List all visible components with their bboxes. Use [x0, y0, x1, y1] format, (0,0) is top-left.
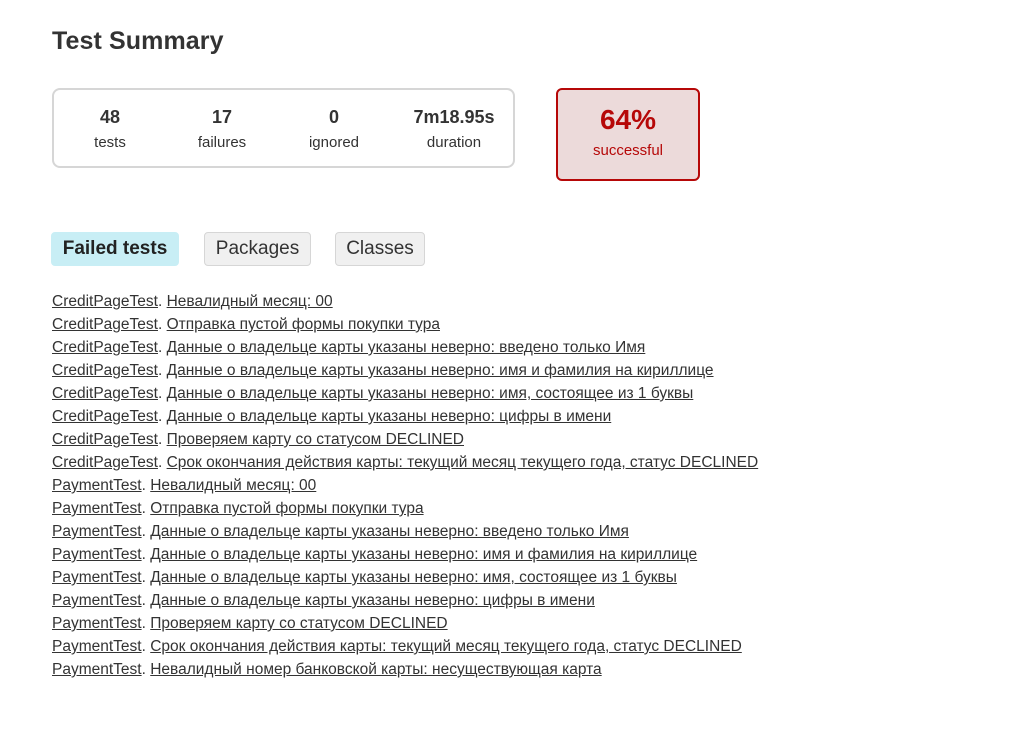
tab-classes[interactable]: Classes — [335, 232, 425, 266]
failed-test-item: CreditPageTest. Невалидный месяц: 00 — [52, 290, 758, 313]
failed-test-item: CreditPageTest. Данные о владельце карты… — [52, 359, 758, 382]
test-class-link[interactable]: CreditPageTest — [52, 408, 158, 425]
test-class-link[interactable]: PaymentTest — [52, 638, 142, 655]
separator-dot: . — [141, 592, 151, 609]
test-name-link[interactable]: Проверяем карту со статусом DECLINED — [150, 615, 447, 632]
separator-dot: . — [157, 385, 167, 402]
separator-dot: . — [141, 569, 151, 586]
failed-test-item: PaymentTest. Данные о владельце карты ук… — [52, 589, 758, 612]
separator-dot: . — [141, 615, 151, 632]
test-name-link[interactable]: Данные о владельце карты указаны неверно… — [167, 362, 714, 379]
test-class-link[interactable]: PaymentTest — [52, 477, 142, 494]
failed-test-item: CreditPageTest. Данные о владельце карты… — [52, 336, 758, 359]
failed-test-item: PaymentTest. Отправка пустой формы покуп… — [52, 497, 758, 520]
duration-counter: 7m18.95s duration — [394, 106, 514, 152]
test-class-link[interactable]: CreditPageTest — [52, 316, 158, 333]
failures-label: failures — [197, 134, 247, 151]
failures-counter: 17 failures — [162, 106, 282, 152]
ignored-count: 0 — [328, 107, 339, 127]
failed-test-item: PaymentTest. Данные о владельце карты ук… — [52, 566, 758, 589]
separator-dot: . — [141, 500, 151, 517]
separator-dot: . — [157, 339, 167, 356]
test-class-link[interactable]: CreditPageTest — [52, 339, 158, 356]
failed-test-item: CreditPageTest. Отправка пустой формы по… — [52, 313, 758, 336]
separator-dot: . — [141, 546, 151, 563]
tests-counter: 48 tests — [50, 106, 170, 152]
duration-label: duration — [426, 134, 482, 151]
failed-test-item: PaymentTest. Невалидный номер банковской… — [52, 658, 758, 681]
test-name-link[interactable]: Срок окончания действия карты: текущий м… — [167, 454, 759, 471]
failed-tests-list: CreditPageTest. Невалидный месяц: 00 Cred… — [52, 290, 758, 681]
success-rate-box: 64% successful — [556, 88, 700, 181]
tab-failed-tests[interactable]: Failed tests — [51, 232, 179, 266]
tests-count: 48 — [99, 107, 121, 127]
failed-test-item: PaymentTest. Проверяем карту со статусом… — [52, 612, 758, 635]
test-class-link[interactable]: PaymentTest — [52, 500, 142, 517]
separator-dot: . — [157, 362, 167, 379]
test-name-link[interactable]: Невалидный номер банковской карты: несущ… — [150, 661, 601, 678]
failures-count: 17 — [211, 107, 233, 127]
test-name-link[interactable]: Срок окончания действия карты: текущий м… — [150, 638, 742, 655]
test-class-link[interactable]: PaymentTest — [52, 569, 142, 586]
test-class-link[interactable]: PaymentTest — [52, 661, 142, 678]
separator-dot: . — [157, 408, 167, 425]
success-rate-value: 64% — [599, 104, 657, 135]
separator-dot: . — [141, 661, 151, 678]
test-class-link[interactable]: PaymentTest — [52, 592, 142, 609]
test-name-link[interactable]: Отправка пустой формы покупки тура — [150, 500, 423, 517]
tests-label: tests — [94, 134, 126, 151]
test-name-link[interactable]: Данные о владельце карты указаны неверно… — [167, 408, 612, 425]
test-name-link[interactable]: Данные о владельце карты указаны неверно… — [167, 385, 694, 402]
failed-test-item: CreditPageTest. Данные о владельце карты… — [52, 405, 758, 428]
separator-dot: . — [141, 477, 151, 494]
test-class-link[interactable]: PaymentTest — [52, 546, 142, 563]
failed-test-item: PaymentTest. Данные о владельце карты ук… — [52, 543, 758, 566]
test-name-link[interactable]: Проверяем карту со статусом DECLINED — [167, 431, 464, 448]
tab-packages[interactable]: Packages — [204, 232, 311, 266]
separator-dot: . — [141, 638, 151, 655]
test-class-link[interactable]: CreditPageTest — [52, 431, 158, 448]
separator-dot: . — [157, 293, 167, 310]
page-title: Test Summary — [52, 27, 224, 55]
test-name-link[interactable]: Невалидный месяц: 00 — [150, 477, 316, 494]
ignored-counter: 0 ignored — [274, 106, 394, 152]
failed-test-item: CreditPageTest. Проверяем карту со стату… — [52, 428, 758, 451]
test-name-link[interactable]: Данные о владельце карты указаны неверно… — [150, 592, 595, 609]
separator-dot: . — [157, 316, 167, 333]
test-class-link[interactable]: CreditPageTest — [52, 293, 158, 310]
separator-dot: . — [141, 523, 151, 540]
test-class-link[interactable]: CreditPageTest — [52, 385, 158, 402]
summary-counters: 48 tests 17 failures 0 ignored 7m18.95s … — [52, 88, 515, 168]
test-name-link[interactable]: Невалидный месяц: 00 — [167, 293, 333, 310]
test-name-link[interactable]: Данные о владельце карты указаны неверно… — [150, 523, 629, 540]
test-name-link[interactable]: Данные о владельце карты указаны неверно… — [167, 339, 646, 356]
failed-test-item: CreditPageTest. Данные о владельце карты… — [52, 382, 758, 405]
success-rate-label: successful — [592, 142, 664, 159]
test-name-link[interactable]: Отправка пустой формы покупки тура — [167, 316, 440, 333]
test-class-link[interactable]: CreditPageTest — [52, 454, 158, 471]
test-class-link[interactable]: CreditPageTest — [52, 362, 158, 379]
duration-value: 7m18.95s — [413, 107, 495, 127]
test-name-link[interactable]: Данные о владельце карты указаны неверно… — [150, 546, 697, 563]
ignored-label: ignored — [308, 134, 360, 151]
test-name-link[interactable]: Данные о владельце карты указаны неверно… — [150, 569, 677, 586]
failed-test-item: PaymentTest. Данные о владельце карты ук… — [52, 520, 758, 543]
failed-test-item: PaymentTest. Срок окончания действия кар… — [52, 635, 758, 658]
test-class-link[interactable]: PaymentTest — [52, 615, 142, 632]
test-class-link[interactable]: PaymentTest — [52, 523, 142, 540]
separator-dot: . — [157, 431, 167, 448]
failed-test-item: PaymentTest. Невалидный месяц: 00 — [52, 474, 758, 497]
failed-test-item: CreditPageTest. Срок окончания действия … — [52, 451, 758, 474]
separator-dot: . — [157, 454, 167, 471]
